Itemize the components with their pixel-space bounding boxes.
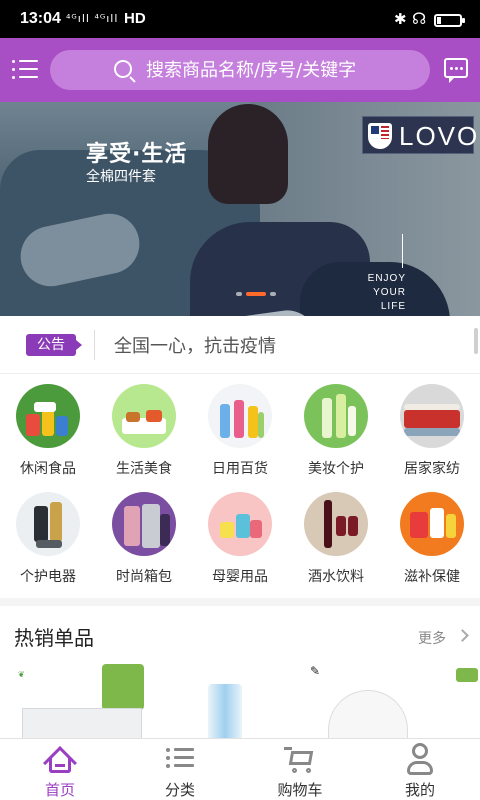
carousel-dot[interactable] <box>246 292 266 296</box>
category-label: 个护电器 <box>20 569 76 585</box>
search-bar[interactable] <box>50 50 430 90</box>
carousel-dot[interactable] <box>236 292 242 296</box>
health-supplements-icon <box>400 492 464 556</box>
search-icon <box>114 60 132 78</box>
nav-home[interactable]: 首页 <box>0 739 120 800</box>
category-item[interactable]: 日用百货 <box>192 374 288 482</box>
banner-subline: 全棉四件套 <box>86 169 156 185</box>
cosmetics-icon <box>304 384 368 448</box>
category-label: 母婴用品 <box>212 569 268 585</box>
category-label: 日用百货 <box>212 461 268 477</box>
profile-icon <box>406 743 434 775</box>
nav-category[interactable]: 分类 <box>120 739 240 800</box>
category-item[interactable]: 生活美食 <box>96 374 192 482</box>
category-label: 休闲食品 <box>20 461 76 477</box>
battery-level <box>437 17 441 24</box>
brand-logo: LOVO <box>362 116 477 154</box>
food-icon <box>112 384 176 448</box>
home-textiles-icon <box>400 384 464 448</box>
category-label: 时尚箱包 <box>116 569 172 585</box>
product-card[interactable]: ❦ <box>18 664 146 738</box>
brand-crest-icon <box>368 123 392 149</box>
nav-label: 购物车 <box>277 781 323 799</box>
tagline-divider <box>402 234 403 268</box>
bluetooth-icon: ✱ <box>394 10 407 28</box>
nav-profile[interactable]: 我的 <box>360 739 480 800</box>
category-label: 滋补保健 <box>404 569 460 585</box>
product-tissue-image <box>328 690 408 738</box>
product-leaf-image <box>102 664 144 710</box>
search-input[interactable] <box>146 56 416 84</box>
banner-man-head <box>208 104 288 204</box>
category-item[interactable]: 滋补保健 <box>384 482 480 590</box>
home-icon <box>43 745 77 780</box>
carousel-indicator[interactable] <box>236 292 276 298</box>
category-grid: 休闲食品 生活美食 日用百货 美妆个护 居家家纺个护电器 时尚箱包 母婴用品 酒水饮料 滋补保健 <box>0 374 480 598</box>
category-item[interactable]: 居家家纺 <box>384 374 480 482</box>
nav-label: 我的 <box>404 781 435 799</box>
category-item[interactable]: 母婴用品 <box>192 482 288 590</box>
category-item[interactable]: 美妆个护 <box>288 374 384 482</box>
scroll-indicator <box>474 328 478 354</box>
signal-strength-icon: ⁴ᴳıll ⁴ᴳıll <box>66 12 119 25</box>
category-label: 居家家纺 <box>404 461 460 477</box>
message-icon[interactable] <box>444 58 468 83</box>
nav-label: 分类 <box>164 781 195 799</box>
battery-icon <box>434 14 465 27</box>
snacks-icon <box>16 384 80 448</box>
nav-label: 首页 <box>44 781 75 799</box>
product-card[interactable] <box>180 664 260 738</box>
luggage-icon <box>112 492 176 556</box>
headphones-icon: ☊ <box>412 9 427 28</box>
nav-cart[interactable]: 购物车 <box>240 739 360 800</box>
category-label: 酒水饮料 <box>308 569 364 585</box>
status-bar: 13:04 ⁴ᴳıll ⁴ᴳıll HD ✱ ☊ <box>0 0 480 38</box>
network-type: HD <box>124 10 146 27</box>
personal-appliance-icon <box>16 492 80 556</box>
product-box-image <box>22 708 142 738</box>
category-list-icon <box>166 747 194 769</box>
category-item[interactable]: 时尚箱包 <box>96 482 192 590</box>
cart-icon <box>284 745 316 775</box>
product-card[interactable] <box>452 664 480 738</box>
banner-tagline-line-2: YOUR LIFE <box>373 287 406 312</box>
wine-drinks-icon <box>304 492 368 556</box>
banner-tagline: ENJOY YOUR LIFE <box>358 272 406 314</box>
product-brand-logo: ❦ <box>18 670 25 679</box>
announcement-text: 全国一心，抗击疫情 <box>114 336 276 357</box>
bottom-navigation: 首页 分类 购物车 我的 <box>0 738 480 800</box>
menu-icon[interactable] <box>12 58 38 80</box>
chevron-right-icon[interactable] <box>456 629 469 642</box>
product-brand-logo <box>456 668 478 682</box>
banner-tagline-line-1: ENJOY <box>367 273 406 284</box>
app-home-screen: 13:04 ⁴ᴳıll ⁴ᴳıll HD ✱ ☊ 享受· <box>0 0 480 800</box>
baby-products-icon <box>208 492 272 556</box>
product-card[interactable]: ✎ <box>300 664 420 738</box>
hot-products-section: 热销单品 更多 ❦ ✎ <box>0 606 480 738</box>
status-time: 13:04 <box>20 10 61 27</box>
promo-banner[interactable]: 享受·生活 全棉四件套 LOVO ENJOY YOUR LIFE <box>0 102 480 316</box>
announcement-bar[interactable]: 公告 全国一心，抗击疫情 <box>0 316 480 374</box>
banner-headline: 享受·生活 <box>86 142 188 167</box>
category-item[interactable]: 个护电器 <box>0 482 96 590</box>
category-label: 美妆个护 <box>308 461 364 477</box>
more-link[interactable]: 更多 <box>418 628 446 648</box>
section-title: 热销单品 <box>14 626 94 650</box>
carousel-dot[interactable] <box>270 292 276 296</box>
product-tube-image <box>208 684 242 738</box>
top-header <box>0 38 480 102</box>
brand-name: LOVO <box>399 121 480 151</box>
daily-goods-icon <box>208 384 272 448</box>
category-label: 生活美食 <box>116 461 172 477</box>
announcement-divider <box>94 330 95 360</box>
category-item[interactable]: 酒水饮料 <box>288 482 384 590</box>
category-item[interactable]: 休闲食品 <box>0 374 96 482</box>
product-brand-logo: ✎ <box>310 664 321 678</box>
announcement-tag: 公告 <box>26 334 82 356</box>
